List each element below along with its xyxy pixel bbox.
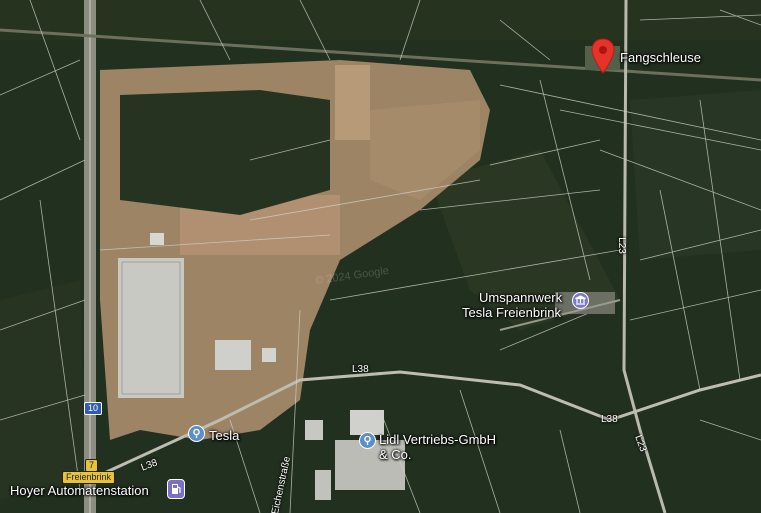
road-label-l38-east: L38	[601, 414, 618, 425]
road-label-l23-north: L23	[615, 237, 627, 254]
place-label-tesla[interactable]: Tesla	[209, 428, 239, 443]
place-label-fangschleuse[interactable]: Fangschleuse	[620, 50, 701, 65]
place-label-lidl[interactable]: Lidl Vertriebs-GmbH & Co.	[379, 432, 496, 462]
autobahn-shield-a10: 10	[84, 402, 103, 415]
landmark-icon[interactable]	[572, 292, 589, 309]
road-label-l38-center: L38	[352, 364, 369, 375]
satellite-map[interactable]: © 2024 Google Fangschleuse Umspannwerk T…	[0, 0, 761, 513]
fuel-pump-icon[interactable]	[167, 479, 185, 499]
place-label-lidl-line1: Lidl Vertriebs-GmbH	[379, 432, 497, 447]
place-label-umspannwerk-line1: Umspannwerk	[479, 290, 563, 305]
exit-shield-freienbrink: Freienbrink	[62, 471, 116, 484]
place-label-umspannwerk[interactable]: Umspannwerk Tesla Freienbrink	[462, 290, 563, 320]
place-label-lidl-line2: & Co.	[379, 447, 412, 462]
place-label-hoyer[interactable]: Hoyer Automatenstation	[10, 483, 149, 498]
place-label-umspannwerk-line2: Tesla Freienbrink	[462, 305, 562, 320]
red-map-pin-icon[interactable]	[591, 38, 615, 79]
location-pin-icon[interactable]	[188, 425, 205, 442]
location-pin-icon[interactable]	[359, 432, 376, 449]
